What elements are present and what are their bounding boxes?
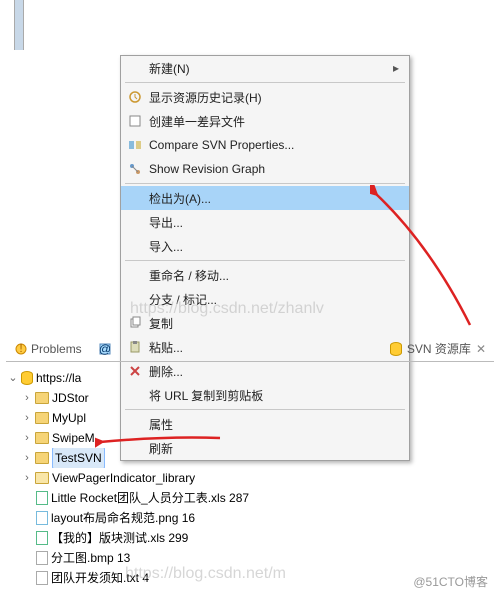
blank-icon	[125, 266, 145, 284]
menu-label: 显示资源历史记录(H)	[145, 89, 403, 106]
xls-icon	[36, 531, 48, 545]
tree-item[interactable]: › JDStor	[8, 388, 492, 408]
tree-label: SwipeM	[52, 428, 95, 448]
menu-label: 导出...	[145, 214, 403, 231]
menu-graph[interactable]: Show Revision Graph	[121, 157, 409, 181]
menu-history[interactable]: 显示资源历史记录(H)	[121, 85, 409, 109]
submenu-arrow-icon: ▸	[393, 61, 403, 75]
menu-separator	[125, 260, 405, 261]
txt-icon	[36, 571, 48, 585]
tree-label: MyUpl	[52, 408, 86, 428]
menu-label: 重命名 / 移动...	[145, 267, 403, 284]
tree-item[interactable]: › MyUpl	[8, 408, 492, 428]
tree-label: 【我的】版块测试.xls 299	[51, 528, 188, 548]
tree-label: 团队开发须知.txt 4	[51, 568, 149, 588]
menu-label: 分支 / 标记...	[145, 291, 403, 308]
tree-root[interactable]: ⌄ https://la	[8, 368, 492, 388]
menu-copy[interactable]: 复制	[121, 311, 409, 335]
menu-label: 创建单一差异文件	[145, 113, 403, 130]
folder-icon	[35, 412, 49, 424]
diff-icon	[125, 112, 145, 130]
tree-label: layout布局命名规范.png 16	[51, 508, 195, 528]
blank-icon	[125, 189, 145, 207]
collapse-icon[interactable]: ⌄	[8, 368, 18, 388]
menu-rename[interactable]: 重命名 / 移动...	[121, 263, 409, 287]
tree-label: ViewPagerIndicator_library	[52, 468, 195, 488]
menu-separator	[125, 82, 405, 83]
tab-problems[interactable]: ! Problems	[6, 340, 90, 358]
tab-svn-repo[interactable]: SVN 资源库 ✕	[382, 338, 494, 359]
history-icon	[125, 88, 145, 106]
menu-new[interactable]: 新建(N) ▸	[121, 56, 409, 80]
javadoc-icon: @	[98, 342, 112, 356]
tree-label: Little Rocket团队_人员分工表.xls 287	[51, 488, 249, 508]
expand-icon[interactable]: ›	[22, 468, 32, 488]
tab-label: Problems	[31, 342, 82, 356]
editor-ruler	[14, 0, 24, 50]
menu-compare[interactable]: Compare SVN Properties...	[121, 133, 409, 157]
svg-text:!: !	[19, 342, 22, 355]
folder-icon	[35, 452, 49, 464]
png-icon	[36, 511, 48, 525]
svn-repo-icon	[390, 342, 404, 356]
menu-label: Compare SVN Properties...	[145, 138, 403, 152]
folder-open-icon	[35, 472, 49, 484]
tree-label: TestSVN	[52, 448, 105, 468]
repo-icon	[21, 371, 33, 385]
tree-file[interactable]: layout布局命名规范.png 16	[8, 508, 492, 528]
expand-icon[interactable]: ›	[22, 388, 32, 408]
blank-icon	[125, 237, 145, 255]
expand-icon[interactable]: ›	[22, 408, 32, 428]
menu-label: 检出为(A)...	[145, 190, 403, 207]
menu-label: 新建(N)	[145, 60, 393, 77]
view-tabs: ! Problems @ SVN 资源库 ✕	[6, 338, 494, 362]
blank-icon	[125, 290, 145, 308]
menu-diff[interactable]: 创建单一差异文件	[121, 109, 409, 133]
expand-icon[interactable]: ›	[22, 428, 32, 448]
bottom-panel: ! Problems @ SVN 资源库 ✕ ⌄ https://la › JDS…	[6, 338, 494, 590]
menu-label: 导入...	[145, 238, 403, 255]
tree-file[interactable]: Little Rocket团队_人员分工表.xls 287	[8, 488, 492, 508]
menu-checkout[interactable]: 检出为(A)...	[121, 186, 409, 210]
xls-icon	[36, 491, 48, 505]
blank-icon	[125, 59, 145, 77]
menu-import[interactable]: 导入...	[121, 234, 409, 258]
close-icon[interactable]: ✕	[476, 342, 486, 356]
credit-text: @51CTO博客	[413, 573, 488, 590]
tree-item[interactable]: › ViewPagerIndicator_library	[8, 468, 492, 488]
folder-icon	[35, 392, 49, 404]
tree-file[interactable]: 【我的】版块测试.xls 299	[8, 528, 492, 548]
svg-text:@: @	[99, 342, 111, 356]
tree-label: 分工图.bmp 13	[51, 548, 130, 568]
tab-javadoc[interactable]: @	[90, 340, 120, 358]
compare-icon	[125, 136, 145, 154]
tree-label: https://la	[36, 368, 81, 388]
tab-label: SVN 资源库	[407, 340, 471, 357]
graph-icon	[125, 160, 145, 178]
problems-icon: !	[14, 342, 28, 356]
bmp-icon	[36, 551, 48, 565]
blank-icon	[125, 213, 145, 231]
copy-icon	[125, 314, 145, 332]
menu-label: 复制	[145, 315, 403, 332]
tree-label: JDStor	[52, 388, 89, 408]
menu-export[interactable]: 导出...	[121, 210, 409, 234]
expand-icon[interactable]: ›	[22, 448, 32, 468]
tree-item-testsvn[interactable]: › TestSVN	[8, 448, 492, 468]
menu-separator	[125, 183, 405, 184]
menu-label: Show Revision Graph	[145, 162, 403, 176]
svn-tree: ⌄ https://la › JDStor › MyUpl › SwipeM › Tes…	[6, 362, 494, 590]
folder-icon	[35, 432, 49, 444]
menu-branch[interactable]: 分支 / 标记...	[121, 287, 409, 311]
tree-file[interactable]: 分工图.bmp 13	[8, 548, 492, 568]
tree-item[interactable]: › SwipeM	[8, 428, 492, 448]
